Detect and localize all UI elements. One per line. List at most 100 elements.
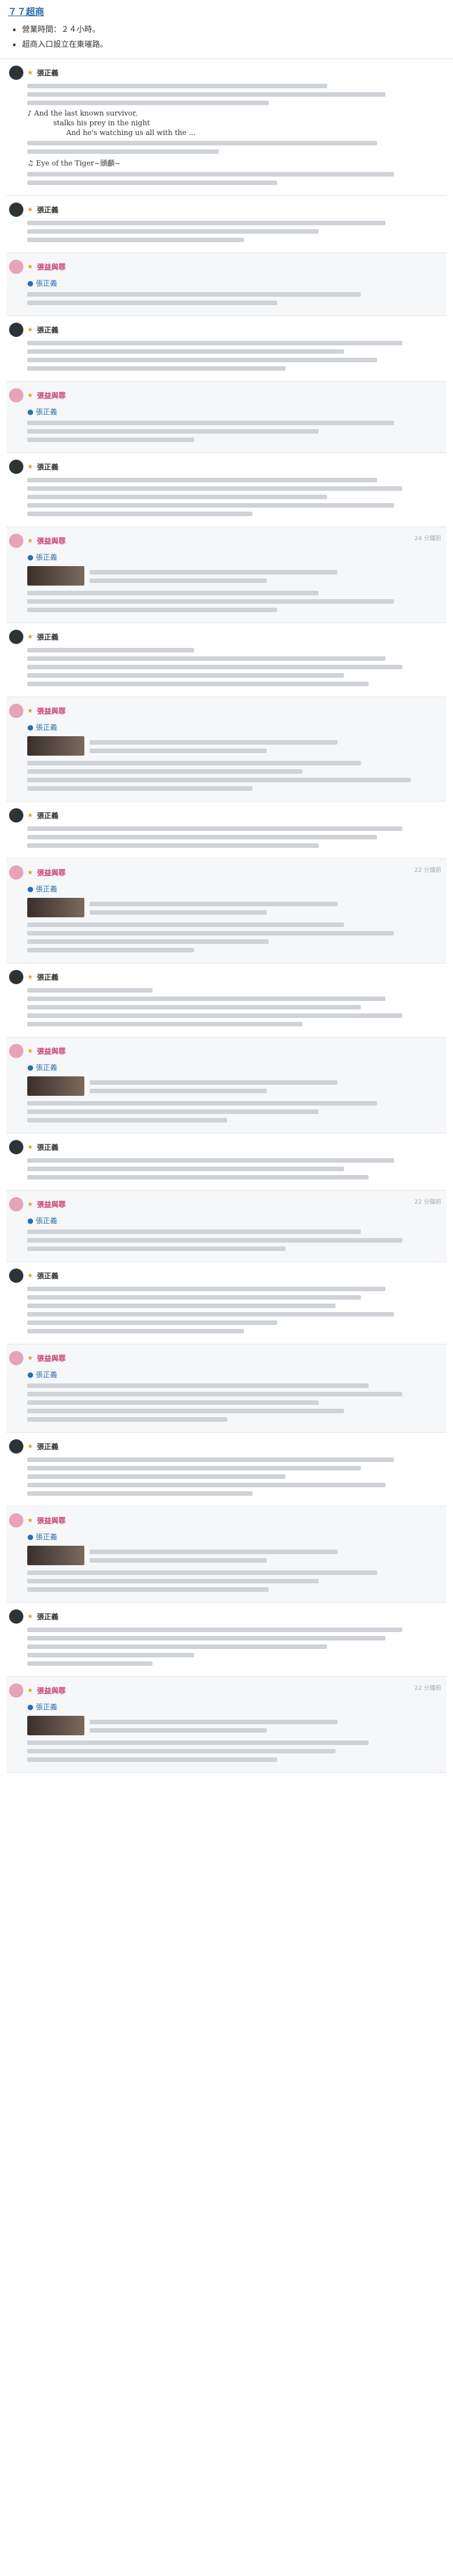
text-line (27, 1628, 402, 1632)
post-author[interactable]: 張正義 (37, 1270, 58, 1281)
post-author[interactable]: 張正義 (37, 972, 58, 982)
text-line (27, 1392, 402, 1396)
text-line (27, 358, 378, 362)
text-line (27, 1118, 228, 1122)
text-line (27, 761, 361, 765)
post-author[interactable]: 張正義 (37, 810, 58, 821)
avatar[interactable] (9, 1609, 23, 1624)
avatar[interactable] (9, 1439, 23, 1454)
thread-title-link[interactable]: ７７超商 (8, 7, 44, 18)
post-author[interactable]: 張益與罪 (37, 706, 66, 716)
star-icon: ★ (27, 633, 33, 641)
post: ★ 張正義 ♪ And the last known survivor, sta… (6, 59, 447, 196)
post: ★ 張正義 (6, 802, 447, 859)
post: ★ 張益與罪 ● 張正義 (6, 1507, 447, 1603)
poem-line: ♪ And the last known survivor, (27, 109, 138, 118)
avatar[interactable] (9, 970, 23, 984)
avatar[interactable] (9, 704, 23, 718)
post-author[interactable]: 張益與罪 (37, 1515, 66, 1526)
post-author[interactable]: 張正義 (37, 1611, 58, 1622)
avatar[interactable] (9, 1044, 23, 1058)
text-line (27, 931, 394, 935)
info-list: 營業時間：２４小時。 超商入口設立在東璀路。 (8, 23, 445, 49)
avatar[interactable] (9, 203, 23, 217)
reply-mention[interactable]: ● 張正義 (27, 1215, 444, 1226)
avatar[interactable] (9, 1140, 23, 1154)
avatar[interactable] (9, 388, 23, 402)
avatar[interactable] (9, 66, 23, 80)
post-author[interactable]: 張益與罪 (37, 390, 66, 401)
quote-thumbnail[interactable] (27, 736, 84, 756)
post-feed: ★ 張正義 ♪ And the last known survivor, sta… (0, 59, 453, 1773)
reply-mention[interactable]: ● 張正義 (27, 1702, 444, 1712)
quote-thumbnail[interactable] (27, 1546, 84, 1565)
text-line (27, 421, 394, 425)
avatar[interactable] (9, 260, 23, 274)
text-line (27, 1409, 344, 1413)
avatar[interactable] (9, 1351, 23, 1365)
post-author[interactable]: 張益與罪 (37, 536, 66, 546)
avatar[interactable] (9, 865, 23, 880)
quoted-image (27, 1546, 444, 1567)
post: ★ 張正義 (6, 1433, 447, 1507)
avatar[interactable] (9, 1269, 23, 1283)
post: ★ 張正義 (6, 1603, 447, 1677)
post-author[interactable]: 張正義 (37, 325, 58, 335)
reply-mention[interactable]: ● 張正義 (27, 1062, 444, 1072)
reply-mention[interactable]: ● 張正義 (27, 1531, 444, 1542)
text-line (27, 1167, 344, 1171)
text-line (27, 599, 394, 604)
reply-mention[interactable]: ● 張正義 (27, 406, 444, 417)
reply-mention[interactable]: ● 張正義 (27, 1369, 444, 1380)
text-line (27, 1579, 319, 1583)
text-line (27, 648, 194, 652)
post-author[interactable]: 張益與罪 (37, 1353, 66, 1363)
post: ★ 張正義 (6, 1262, 447, 1344)
avatar[interactable] (9, 808, 23, 823)
post-author[interactable]: 張正義 (37, 632, 58, 642)
post-author[interactable]: 張正義 (37, 462, 58, 472)
text-line (27, 1661, 153, 1666)
text-line (27, 1320, 278, 1325)
star-icon: ★ (27, 391, 33, 399)
avatar[interactable] (9, 1683, 23, 1698)
avatar[interactable] (9, 1513, 23, 1528)
post-author[interactable]: 張益與罪 (37, 262, 66, 272)
avatar[interactable] (9, 534, 23, 548)
reply-mention[interactable]: ● 張正義 (27, 552, 444, 562)
quoted-image (27, 566, 444, 587)
avatar[interactable] (9, 630, 23, 644)
post-author[interactable]: 張益與罪 (37, 1046, 66, 1056)
post-author[interactable]: 張正義 (37, 68, 58, 78)
post-author[interactable]: 張正義 (37, 1142, 58, 1152)
quote-thumbnail[interactable] (27, 1716, 84, 1735)
post-author[interactable]: 張益與罪 (37, 1199, 66, 1209)
text-line (27, 608, 278, 612)
post-author[interactable]: 張益與罪 (37, 867, 66, 878)
quote-thumbnail[interactable] (27, 1076, 84, 1096)
info-entrance: 超商入口設立在東璀路。 (22, 38, 445, 49)
avatar[interactable] (9, 323, 23, 337)
post-author[interactable]: 張益與罪 (37, 1685, 66, 1696)
post: ★ 張益與罪 22 分鐘前 ● 張正義 (6, 1191, 447, 1262)
avatar[interactable] (9, 1197, 23, 1211)
star-icon: ★ (27, 206, 33, 214)
post-author[interactable]: 張正義 (37, 204, 58, 215)
reply-mention[interactable]: ● 張正義 (27, 884, 444, 894)
text-line (27, 292, 361, 297)
text-line (27, 1287, 386, 1291)
text-line (27, 349, 344, 354)
post: ★ 張益與罪 ● 張正義 (6, 253, 447, 316)
quote-thumbnail[interactable] (27, 566, 84, 586)
text-line (27, 591, 319, 595)
reply-mention[interactable]: ● 張正義 (27, 722, 444, 732)
avatar[interactable] (9, 460, 23, 474)
page: ７７超商 營業時間：２４小時。 超商入口設立在東璀路。 ★ 張正義 ♪ And … (0, 0, 453, 2576)
reply-mention[interactable]: ● 張正義 (27, 278, 444, 288)
post: ★ 張益與罪 ● 張正義 (6, 382, 447, 453)
text-line (27, 1740, 369, 1745)
post-author[interactable]: 張正義 (37, 1441, 58, 1452)
text-line (27, 1570, 378, 1575)
text-line (27, 1175, 369, 1180)
quote-thumbnail[interactable] (27, 898, 84, 917)
